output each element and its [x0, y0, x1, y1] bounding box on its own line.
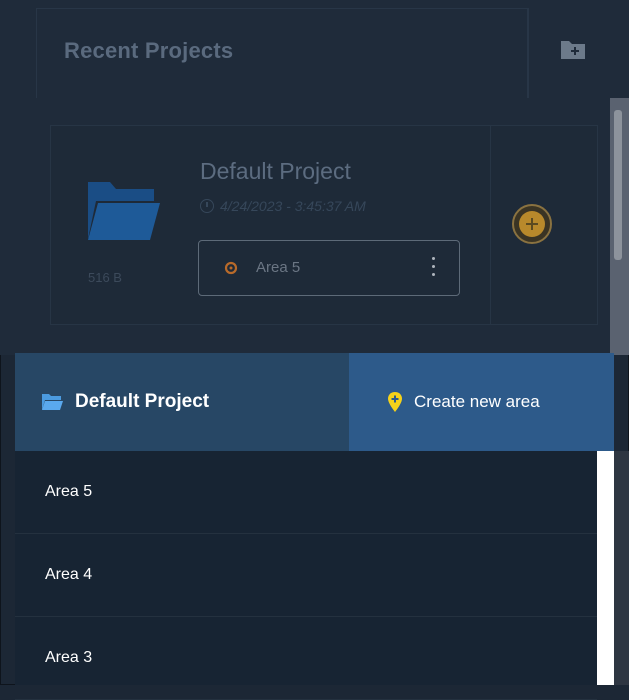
new-folder-icon[interactable] [560, 38, 586, 60]
area-dropdown-label: Area 5 [256, 259, 301, 276]
area-list-item-label: Area 5 [45, 483, 93, 500]
header-divider [528, 8, 529, 98]
area-target-icon [224, 261, 238, 275]
area-list-item[interactable]: Area 4 [15, 534, 597, 617]
project-date-text: 4/24/2023 - 3:45:37 AM [220, 198, 366, 214]
project-date: 4/24/2023 - 3:45:37 AM [200, 198, 366, 214]
clock-icon [200, 199, 214, 213]
card-divider [490, 125, 491, 325]
map-pin-plus-icon [388, 392, 402, 412]
popup-project-title: Default Project [75, 391, 210, 412]
scrollbar-thumb[interactable] [614, 110, 622, 260]
area-list-item[interactable]: Area 5 [15, 451, 597, 534]
create-new-area-button[interactable]: Create new area [349, 353, 614, 451]
create-new-area-label: Create new area [414, 392, 540, 411]
folder-open-icon [42, 394, 63, 410]
area-list-item[interactable]: Area 3 [15, 617, 597, 700]
window-edge [614, 451, 629, 685]
plus-icon [519, 211, 545, 237]
project-name: Default Project [200, 158, 351, 184]
folder-icon [88, 182, 160, 240]
list-scrollbar[interactable] [597, 451, 614, 685]
panel-title: Recent Projects [64, 38, 234, 63]
area-list: Area 5 Area 4 Area 3 [15, 451, 597, 700]
project-size: 516 B [88, 270, 122, 285]
area-list-item-label: Area 3 [45, 649, 93, 666]
area-list-item-label: Area 4 [45, 566, 93, 583]
popup-project-header: Default Project [15, 353, 349, 451]
kebab-menu-icon[interactable] [431, 257, 435, 279]
add-area-button[interactable] [512, 204, 552, 244]
